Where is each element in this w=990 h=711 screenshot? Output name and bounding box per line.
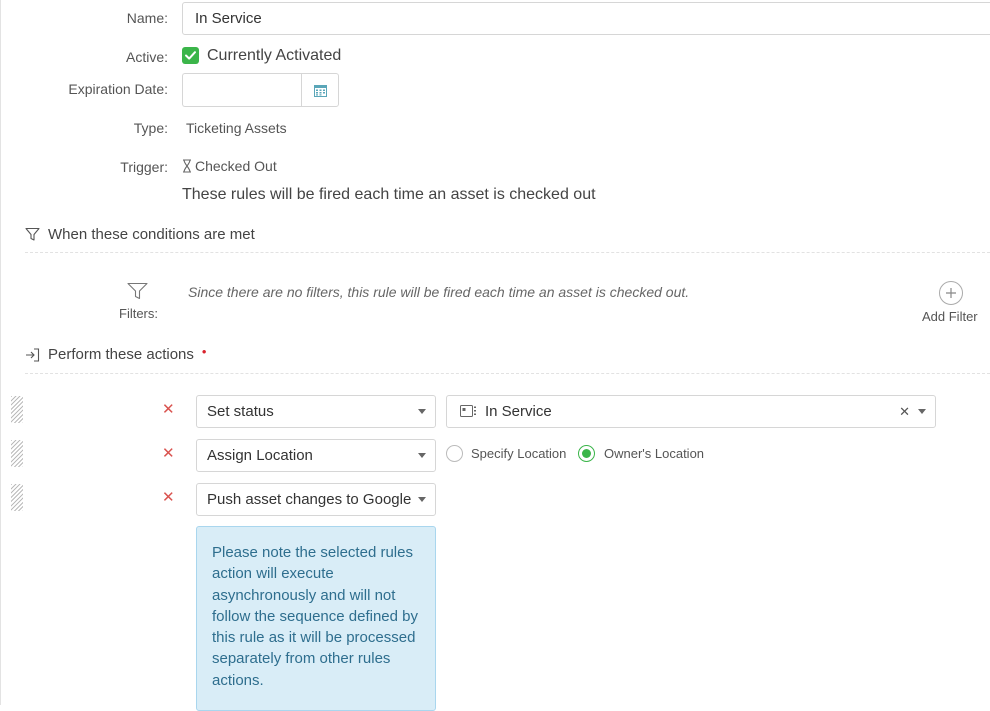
- filter-funnel-icon: [127, 282, 148, 300]
- chevron-down-icon: [418, 453, 426, 458]
- expiration-label: Expiration Date:: [68, 81, 168, 97]
- trigger-value: Checked Out: [182, 158, 277, 174]
- trigger-label: Trigger:: [120, 159, 168, 175]
- calendar-icon: [313, 84, 327, 97]
- add-filter-button[interactable]: [939, 281, 963, 305]
- chevron-down-icon: [418, 497, 426, 502]
- plus-circle-icon: [946, 288, 956, 298]
- trigger-description: These rules will be fired each time an a…: [182, 186, 596, 203]
- action-type-select[interactable]: Set status: [196, 395, 436, 428]
- remove-action-button[interactable]: ✕: [162, 402, 175, 417]
- chevron-down-icon: [918, 409, 926, 414]
- chevron-down-icon: [418, 409, 426, 414]
- name-label: Name:: [126, 10, 168, 26]
- remove-action-button[interactable]: ✕: [162, 490, 175, 505]
- divider: [25, 252, 990, 253]
- owners-location-radio[interactable]: [578, 445, 595, 462]
- active-label: Active:: [125, 49, 168, 65]
- hourglass-icon: [183, 159, 191, 173]
- trigger-value-text: Checked Out: [195, 158, 277, 174]
- check-icon: [185, 51, 196, 60]
- drag-handle[interactable]: [11, 484, 23, 511]
- expiration-date-input[interactable]: [182, 73, 302, 107]
- specify-location-radio[interactable]: [446, 445, 463, 462]
- actions-heading-text: Perform these actions: [48, 346, 194, 363]
- filters-label: Filters:: [119, 306, 158, 321]
- name-input[interactable]: In Service: [182, 2, 990, 35]
- clear-selection-button[interactable]: ✕: [899, 396, 910, 427]
- sign-in-arrow-icon: [26, 347, 40, 362]
- status-value-select[interactable]: In Service ✕: [446, 395, 936, 428]
- status-value-text: In Service: [485, 403, 552, 420]
- funnel-icon: [25, 227, 40, 241]
- specify-location-label[interactable]: Specify Location: [471, 446, 566, 461]
- conditions-heading-text: When these conditions are met: [48, 226, 255, 243]
- drag-handle[interactable]: [11, 396, 23, 423]
- active-checkbox[interactable]: [182, 47, 199, 64]
- remove-action-button[interactable]: ✕: [162, 446, 175, 461]
- action-type-value: Push asset changes to Google: [207, 491, 412, 508]
- type-value: Ticketing Assets: [186, 120, 287, 136]
- drag-handle[interactable]: [11, 440, 23, 467]
- conditions-heading: When these conditions are met: [25, 226, 255, 243]
- type-label: Type:: [133, 120, 168, 136]
- action-type-value: Assign Location: [207, 447, 313, 464]
- required-marker: •: [201, 344, 207, 359]
- status-card-icon: [460, 405, 476, 417]
- owners-location-label[interactable]: Owner's Location: [604, 446, 704, 461]
- divider: [25, 373, 990, 374]
- action-type-value: Set status: [207, 403, 274, 420]
- left-border: [0, 0, 1, 705]
- action-type-select[interactable]: Push asset changes to Google: [196, 483, 436, 516]
- action-type-select[interactable]: Assign Location: [196, 439, 436, 472]
- actions-heading: Perform these actions •: [25, 344, 207, 363]
- no-filters-note: Since there are no filters, this rule wi…: [188, 284, 690, 300]
- calendar-button[interactable]: [301, 73, 339, 107]
- add-filter-label[interactable]: Add Filter: [922, 309, 978, 324]
- async-note-box: Please note the selected rules action wi…: [196, 526, 436, 711]
- async-note-text: Please note the selected rules action wi…: [212, 544, 418, 689]
- active-checkbox-label[interactable]: Currently Activated: [207, 47, 341, 65]
